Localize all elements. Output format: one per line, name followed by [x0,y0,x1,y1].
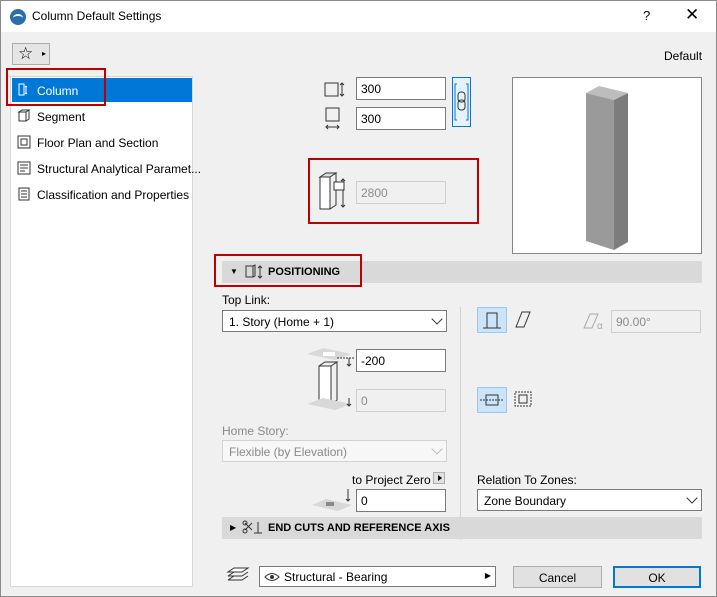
end-cuts-header-label: END CUTS AND REFERENCE AXIS [268,522,450,534]
offset-diagram-icon [307,348,355,410]
classification-icon [18,187,30,201]
project-zero-icon [312,489,352,511]
annotation-highlight-column [6,68,106,106]
bottom-offset-input[interactable]: 0 [356,389,446,412]
chevron-down-icon [431,313,443,325]
vertical-divider [460,307,461,540]
top-link-label: Top Link: [222,293,271,307]
sidebar-item-structural-analytical[interactable]: Structural Analytical Paramet... [12,156,201,180]
expand-triangle-icon: ▶ [230,523,237,532]
settings-sidebar: Column Segment Floor Plan and Section St… [10,76,201,587]
zone-inside-toggle[interactable] [509,387,539,413]
favorites-button[interactable]: ☆ ▸ [12,43,50,65]
slant-angle-input[interactable]: 90.00° [611,310,701,333]
archicad-app-icon [10,9,26,25]
title-bar: Column Default Settings ? ✕ [1,1,716,32]
caret-right-icon: ▶ [484,571,491,580]
top-link-value: 1. Story (Home + 1) [229,315,335,329]
project-zero-input[interactable]: 0 [356,489,446,512]
home-story-label: Home Story: [222,424,289,438]
column-in-boundary-icon [480,394,504,406]
column-inside-zone-icon [514,391,532,407]
annotation-highlight-height [308,158,479,224]
close-button[interactable]: ✕ [685,5,699,25]
top-offset-input[interactable]: -200 [356,349,446,372]
depth-input[interactable]: 300 [356,107,446,130]
width-icon [324,82,345,97]
eye-icon [264,573,280,581]
end-cuts-section-header[interactable]: ▶ END CUTS AND REFERENCE AXIS [222,517,702,539]
layer-selector[interactable]: Structural - Bearing ▶ [259,566,496,587]
slanted-column-icon [515,311,531,328]
window-title: Column Default Settings [32,9,162,23]
column-3d-preview [512,77,702,254]
end-cuts-icon [242,520,262,534]
slanted-column-toggle[interactable] [509,307,539,333]
reference-level-menu-button[interactable] [433,472,445,484]
structural-analytical-icon [17,161,31,175]
layer-value: Structural - Bearing [284,570,388,584]
sidebar-item-floor-plan-and-section[interactable]: Floor Plan and Section [12,130,192,154]
width-input[interactable]: 300 [356,77,446,100]
relation-to-zones-label: Relation To Zones: [477,473,577,487]
floor-plan-icon [17,135,31,149]
relation-to-zones-dropdown[interactable]: Zone Boundary [477,489,702,511]
vertical-column-toggle[interactable] [477,307,507,333]
home-story-value: Flexible (by Elevation) [229,445,348,459]
proportion-lock-toggle[interactable] [452,77,471,127]
dialog-window: Column Default Settings ? ✕ ☆ ▸ Default … [0,0,717,597]
help-button[interactable]: ? [643,8,650,23]
segment-icon [17,109,31,122]
sidebar-item-segment[interactable]: Segment [12,104,192,128]
cancel-button[interactable]: Cancel [513,566,602,588]
favorites-arrow-icon: ▸ [42,49,47,58]
to-project-zero-label: to Project Zero [352,473,431,487]
chevron-down-icon [431,443,443,455]
relation-to-zones-value: Zone Boundary [484,494,567,508]
home-story-dropdown[interactable]: Flexible (by Elevation) [222,440,447,462]
star-icon: ☆ [18,44,34,63]
zone-boundary-toggle[interactable] [477,387,507,413]
sidebar-item-label: Floor Plan and Section [37,136,159,150]
slant-angle-icon: α [583,313,603,332]
chain-link-icon [454,83,469,121]
sidebar-item-label: Segment [37,110,86,124]
layer-icon [226,567,250,581]
ok-button[interactable]: OK [613,566,701,588]
default-label: Default [664,49,703,63]
svg-text:α: α [597,321,603,332]
sidebar-item-label: Structural Analytical Paramet... [37,162,202,176]
vertical-column-icon [483,312,501,329]
sidebar-item-label: Classification and Properties [37,188,190,202]
column-3d-model-icon [586,86,628,250]
sidebar-item-classification[interactable]: Classification and Properties [12,182,192,206]
top-link-dropdown[interactable]: 1. Story (Home + 1) [222,310,447,332]
annotation-highlight-positioning [214,254,362,287]
depth-icon [325,107,340,130]
chevron-down-icon [686,492,698,504]
